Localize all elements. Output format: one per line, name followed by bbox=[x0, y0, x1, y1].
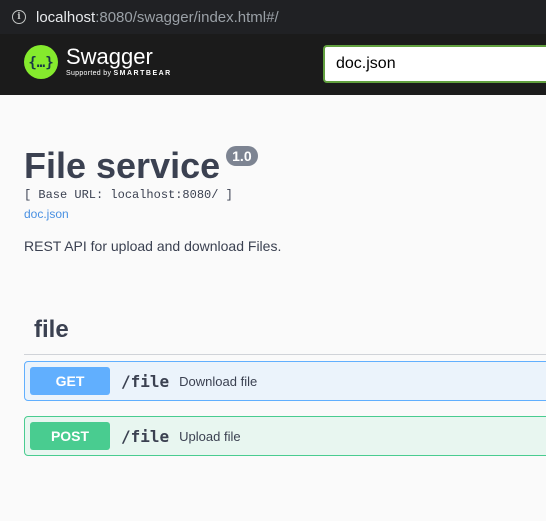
svg-text:{…}: {…} bbox=[28, 55, 53, 71]
api-info: File service 1.0 [ Base URL: localhost:8… bbox=[24, 144, 258, 221]
method-badge-get: GET bbox=[30, 367, 110, 395]
operation-path: /file bbox=[121, 371, 170, 391]
site-info-icon[interactable]: i bbox=[12, 10, 26, 24]
version-badge: 1.0 bbox=[226, 146, 258, 166]
base-url: [ Base URL: localhost:8080/ ] bbox=[24, 188, 233, 202]
logo-sub-brand: SMARTBEAR bbox=[113, 70, 172, 77]
swagger-logo-text: Swagger Supported by SMARTBEAR bbox=[66, 44, 172, 78]
swagger-topbar: {…} Swagger Supported by SMARTBEAR bbox=[0, 34, 546, 95]
swagger-logo-icon: {…} bbox=[24, 45, 58, 79]
url-host: localhost bbox=[36, 8, 96, 26]
logo-name: Swagger bbox=[66, 44, 153, 69]
operation-summary: Upload file bbox=[179, 428, 241, 444]
operation-post-file[interactable]: POST /file Upload file bbox=[24, 416, 546, 456]
operation-get-file[interactable]: GET /file Download file bbox=[24, 361, 546, 401]
api-description: REST API for upload and download Files. bbox=[24, 238, 282, 254]
tag-section-file[interactable]: file bbox=[24, 310, 546, 355]
page-title: File service bbox=[24, 145, 221, 186]
url-path: :8080/swagger/index.html#/ bbox=[95, 8, 279, 26]
method-badge-post: POST bbox=[30, 422, 110, 450]
title-row: File service 1.0 bbox=[24, 144, 258, 188]
address-url[interactable]: localhost:8080/swagger/index.html#/ bbox=[36, 9, 279, 26]
tag-name: file bbox=[34, 316, 69, 343]
browser-address-bar[interactable]: i localhost:8080/swagger/index.html#/ bbox=[0, 0, 546, 34]
logo-sub-prefix: Supported by bbox=[66, 70, 114, 77]
spec-url-input[interactable] bbox=[323, 45, 546, 83]
swagger-logo[interactable]: {…} Swagger Supported by SMARTBEAR bbox=[24, 45, 172, 79]
logo-subtitle: Supported by SMARTBEAR bbox=[66, 70, 172, 77]
spec-doc-link[interactable]: doc.json bbox=[24, 207, 258, 221]
operation-summary: Download file bbox=[179, 373, 258, 389]
operation-path: /file bbox=[121, 426, 170, 446]
